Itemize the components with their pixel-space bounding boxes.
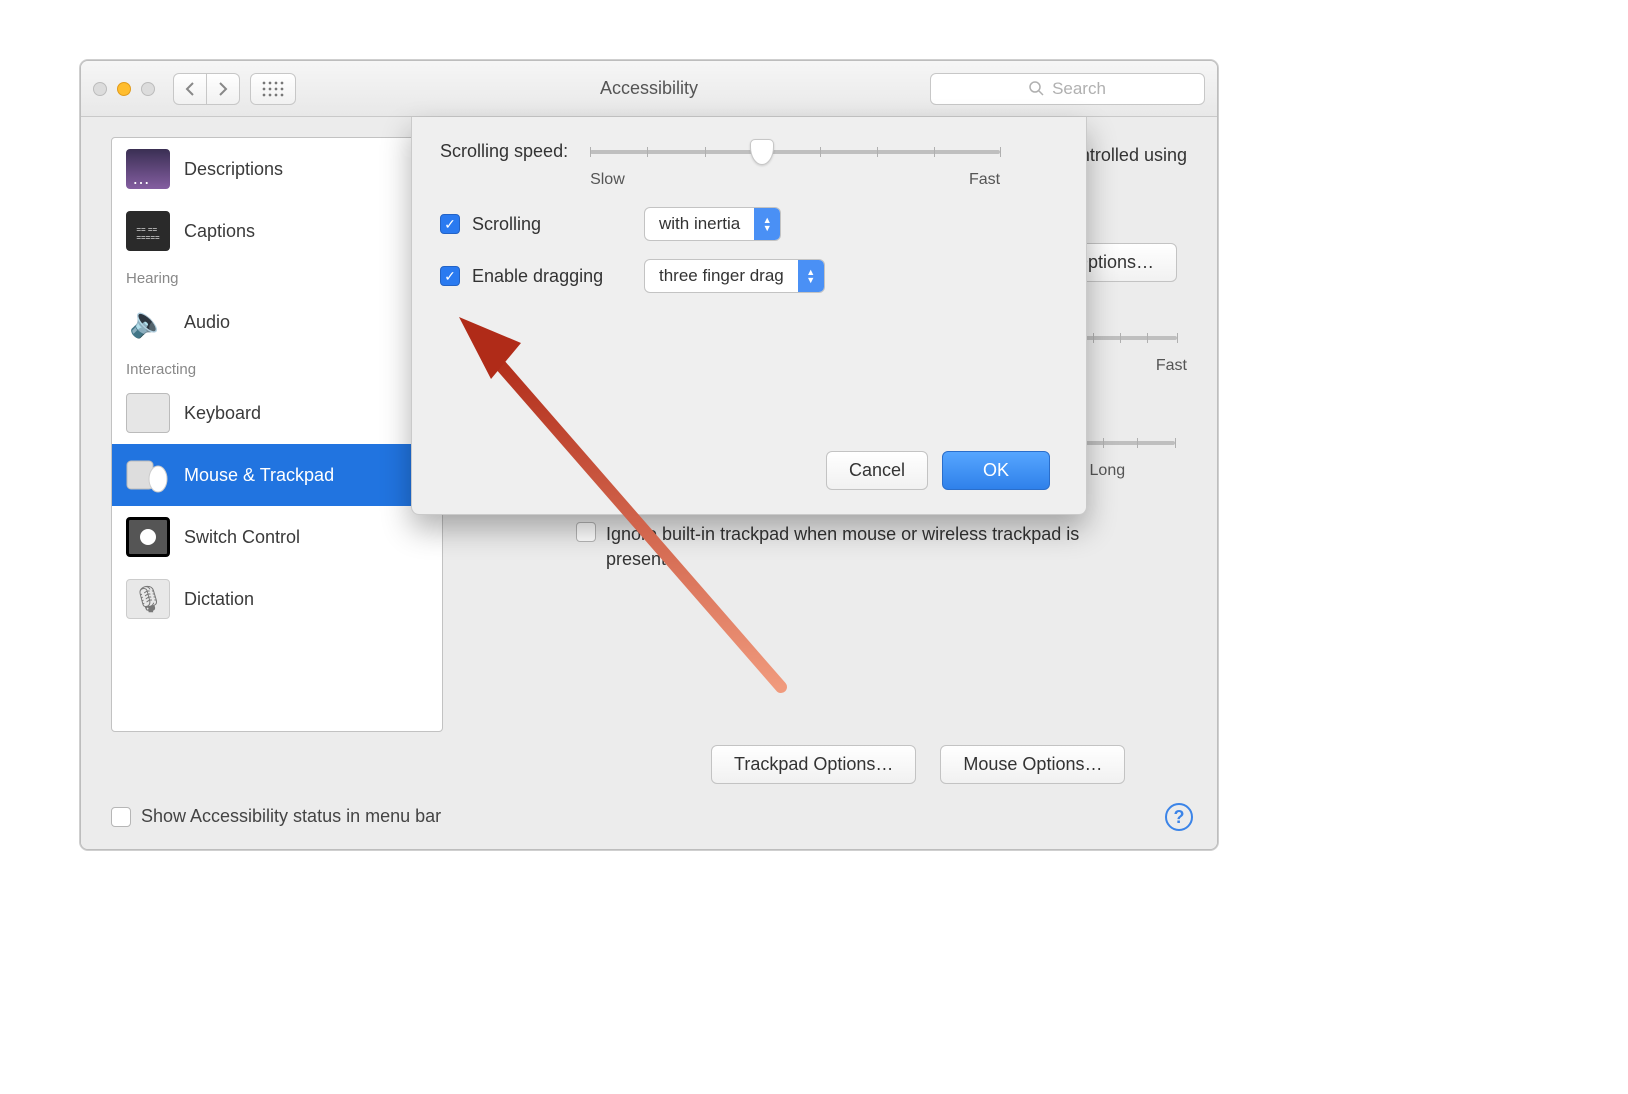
back-button[interactable] bbox=[173, 73, 207, 105]
sidebar-heading-interacting: Interacting bbox=[112, 353, 442, 382]
audio-icon: 🔈 bbox=[126, 302, 170, 342]
bottom-buttons: Trackpad Options… Mouse Options… bbox=[711, 745, 1125, 784]
long-label: Long bbox=[1090, 462, 1126, 480]
mouse-options-button[interactable]: Mouse Options… bbox=[940, 745, 1125, 784]
ok-button[interactable]: OK bbox=[942, 451, 1050, 490]
keyboard-icon bbox=[126, 393, 170, 433]
search-icon bbox=[1029, 81, 1044, 96]
scrolling-checkbox-row: ✓ Scrolling with inertia ▲▼ bbox=[440, 207, 1058, 241]
trackpad-options-sheet: Scrolling speed: Slow Fast ✓ Scrolling w… bbox=[411, 117, 1087, 515]
menubar-status-label: Show Accessibility status in menu bar bbox=[141, 806, 441, 827]
switch-control-icon bbox=[126, 517, 170, 557]
sidebar-item-mouse-trackpad[interactable]: Mouse & Trackpad bbox=[112, 444, 442, 506]
mouse-trackpad-icon bbox=[126, 455, 170, 495]
fast-label: Fast bbox=[1156, 357, 1187, 375]
cancel-button[interactable]: Cancel bbox=[826, 451, 928, 490]
sidebar-item-descriptions[interactable]: Descriptions bbox=[112, 138, 442, 200]
sidebar-item-label: Dictation bbox=[184, 589, 254, 610]
forward-button[interactable] bbox=[207, 73, 240, 105]
drag-mode-dropdown[interactable]: three finger drag ▲▼ bbox=[644, 259, 825, 293]
ignore-trackpad-checkbox[interactable] bbox=[576, 522, 596, 542]
sidebar-item-dictation[interactable]: 🎙 Dictation bbox=[112, 568, 442, 630]
scrolling-checkbox[interactable]: ✓ bbox=[440, 214, 460, 234]
scrolling-label: Scrolling bbox=[472, 214, 632, 235]
zoom-dot[interactable] bbox=[141, 82, 155, 96]
chevron-updown-icon: ▲▼ bbox=[798, 260, 824, 292]
captions-icon: == ======= bbox=[126, 211, 170, 251]
trackpad-options-button[interactable]: Trackpad Options… bbox=[711, 745, 916, 784]
controlled-using-text: ontrolled using bbox=[1070, 145, 1187, 166]
scrolling-mode-value: with inertia bbox=[645, 214, 754, 234]
sheet-buttons: Cancel OK bbox=[826, 451, 1050, 490]
scrolling-speed-slider[interactable] bbox=[590, 141, 1000, 163]
ignore-trackpad-row: Ignore built-in trackpad when mouse or w… bbox=[576, 522, 1136, 572]
drag-mode-value: three finger drag bbox=[645, 266, 798, 286]
sidebar-item-label: Audio bbox=[184, 312, 230, 333]
chevron-updown-icon: ▲▼ bbox=[754, 208, 780, 240]
sidebar-item-captions[interactable]: == ======= Captions bbox=[112, 200, 442, 262]
sidebar-item-label: Keyboard bbox=[184, 403, 261, 424]
sidebar-item-audio[interactable]: 🔈 Audio bbox=[112, 291, 442, 353]
search-placeholder: Search bbox=[1052, 79, 1106, 99]
sidebar-item-label: Descriptions bbox=[184, 159, 283, 180]
fast-label: Fast bbox=[969, 171, 1000, 189]
scrolling-mode-dropdown[interactable]: with inertia ▲▼ bbox=[644, 207, 781, 241]
sidebar-heading-hearing: Hearing bbox=[112, 262, 442, 291]
enable-dragging-row: ✓ Enable dragging three finger drag ▲▼ bbox=[440, 259, 1058, 293]
footer-checkbox-row: Show Accessibility status in menu bar bbox=[111, 806, 441, 827]
scrolling-speed-label: Scrolling speed: bbox=[440, 141, 568, 162]
traffic-lights bbox=[93, 82, 155, 96]
sidebar-item-switch-control[interactable]: Switch Control bbox=[112, 506, 442, 568]
nav-buttons bbox=[173, 73, 240, 105]
close-dot[interactable] bbox=[93, 82, 107, 96]
sidebar-item-label: Switch Control bbox=[184, 527, 300, 548]
slow-label: Slow bbox=[590, 171, 625, 189]
descriptions-icon bbox=[126, 149, 170, 189]
show-all-button[interactable] bbox=[250, 73, 296, 105]
minimize-dot[interactable] bbox=[117, 82, 131, 96]
search-input[interactable]: Search bbox=[930, 73, 1205, 105]
category-sidebar: Descriptions == ======= Captions Hearing… bbox=[111, 137, 443, 732]
sidebar-item-label: Captions bbox=[184, 221, 255, 242]
preferences-window: Accessibility Search Descriptions == ===… bbox=[80, 60, 1218, 850]
dictation-icon: 🎙 bbox=[126, 579, 170, 619]
titlebar: Accessibility Search bbox=[81, 61, 1217, 117]
menubar-status-checkbox[interactable] bbox=[111, 807, 131, 827]
grid-icon bbox=[261, 80, 285, 98]
enable-dragging-checkbox[interactable]: ✓ bbox=[440, 266, 460, 286]
sidebar-item-label: Mouse & Trackpad bbox=[184, 465, 334, 486]
ignore-trackpad-label: Ignore built-in trackpad when mouse or w… bbox=[606, 522, 1136, 572]
sidebar-item-keyboard[interactable]: Keyboard bbox=[112, 382, 442, 444]
help-button[interactable]: ? bbox=[1165, 803, 1193, 831]
enable-dragging-label: Enable dragging bbox=[472, 266, 632, 287]
